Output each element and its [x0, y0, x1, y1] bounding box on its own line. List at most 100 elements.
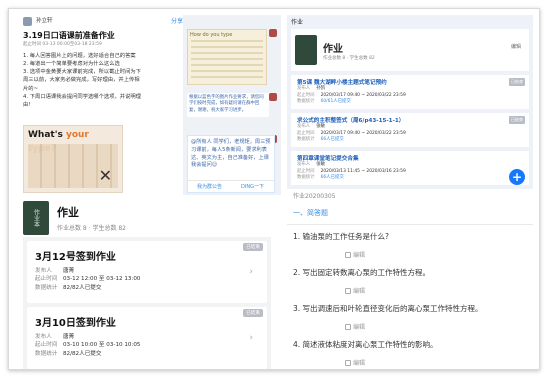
book-cover-icon: 作业本 [23, 201, 49, 235]
edit-answer-button[interactable]: 编辑 [345, 286, 527, 295]
edit-answer-button[interactable]: 编辑 [345, 250, 527, 259]
pencil-icon [345, 251, 351, 258]
field-label: 发布人 [297, 86, 311, 91]
field-label: 起止时间 [35, 342, 58, 349]
question-item: 4. 简述液体粘度对离心泵工作特性的影响。 编辑 [287, 339, 533, 367]
publisher-value: 张敏 [316, 162, 325, 167]
period-value: 2020/03/17 09:40 ~ 2020/03/22 23:59 [320, 92, 406, 98]
item-title: 求公式的主积整签式（周6/p43-15-1-1） [297, 118, 405, 124]
status-badge: 已结束 [509, 116, 525, 124]
book-cover-icon [295, 35, 317, 65]
chat-text-bubble[interactable]: 根据以蓝色字的图片作业要求，请您同学们按时完成，如有疑问请在群中回复，谢谢，祝大… [187, 93, 269, 117]
period-value: 03-12 12:00 至 03-12 13:00 [63, 276, 141, 283]
publisher-row: 发布人 孙凯 [297, 86, 523, 93]
field-label: 数据统计 [297, 99, 315, 105]
period-value: 03-10 10:00 至 03-10 10:05 [63, 342, 141, 349]
screen-title: 作业 [291, 19, 304, 26]
status-badge: 已结束 [243, 309, 263, 317]
edit-label: 编辑 [353, 252, 366, 259]
book-title: 作业 [323, 43, 343, 55]
stats-row: 数据统计 66人已提交 [297, 137, 523, 144]
status-badge: 已结束 [509, 78, 525, 86]
field-label: 数据统计 [35, 284, 58, 291]
stats-value: 66人已提交 [320, 137, 344, 143]
field-label: 发布人 [35, 334, 52, 340]
field-label: 发布人 [297, 124, 311, 129]
screenshot-collage: 孙立轩 分享 3.19日口语课前准备作业 起止时间 03-13 00:00至03… [8, 8, 540, 370]
instruction-line: 周三以前，大家务必做完成，写好理由，并上传相 [23, 77, 140, 84]
share-button[interactable]: 分享 [171, 17, 183, 26]
item-title: 第5课 魏大湖畔小楼主题式笔记预约 [297, 80, 387, 86]
instruction-line: 3. 选项中金黄要大家课前完成，所以截止时间为下 [23, 69, 141, 76]
poster-image[interactable]: What's your type? ✕ [23, 125, 123, 193]
question-item: 2. 写出固定转数离心泵的工作特性方程。 编辑 [287, 267, 533, 295]
instruction-line: 4. 下周口语课我会提问同学选哪个选项，并说明理 [23, 93, 141, 100]
homework-title: 3.19日口语课前准备作业 [23, 31, 115, 40]
chevron-right-icon: › [249, 333, 253, 343]
edit-label: 编辑 [353, 360, 366, 367]
homework-detail-phone: 孙立轩 分享 3.19日口语课前准备作业 起止时间 03-13 00:00至03… [23, 15, 183, 205]
homework-book-header[interactable]: 作业本 作业 作业总数 8 · 学生总数 82 [23, 199, 263, 237]
stats-value: 82/82人已提交 [63, 284, 102, 291]
list-item[interactable]: 已结束 3月10日签到作业 发布人 唐菁 起止时间 03-10 10:00 至 03… [27, 307, 267, 369]
publisher-row: 发布人 张敏 [297, 124, 523, 131]
list-item[interactable]: 第四章课堂笔记提交合集 发布人 张敏 起止时间 2020/03/13 11:45 ~… [291, 151, 529, 185]
question-item: 1. 输油泵的工作任务是什么? 编辑 [287, 231, 533, 259]
book-stats: 作业总数 8 · 学生总数 82 [323, 55, 375, 61]
add-homework-button[interactable]: + [509, 169, 525, 185]
field-label: 数据统计 [35, 350, 58, 357]
sign-in-list: 已结束 3月12号签到作业 发布人 唐菁 起止时间 03-12 12:00 至 03… [23, 237, 271, 369]
chat-image-bubble[interactable]: How do you type [187, 29, 267, 85]
list-item[interactable]: 已结束 3月12号签到作业 发布人 唐菁 起止时间 03-12 12:00 至 03… [27, 241, 267, 303]
stats-row: 数据统计 60/61人已提交 [297, 99, 523, 106]
homework-list-phone: 作业 作业 作业总数 8 · 学生总数 82 编辑 已结束 第5课 魏大湖畔小楼… [287, 15, 533, 189]
book-title: 作业 [57, 206, 79, 219]
plus-icon: + [511, 170, 523, 184]
question-text: 2. 写出固定转数离心泵的工作特性方程。 [293, 268, 431, 277]
item-title: 3月12号签到作业 [35, 252, 116, 263]
question-text: 4. 简述液体粘度对离心泵工作特性的影响。 [293, 340, 438, 349]
sheet-date: 作业20200305 [293, 193, 336, 200]
item-title: 第四章课堂笔记提交合集 [297, 156, 359, 162]
instruction-line: 片的~ [23, 85, 39, 92]
edit-label: 编辑 [353, 288, 366, 295]
period-row: 起止时间 03-10 10:00 至 03-10 10:05 [35, 341, 259, 349]
stats-row: 数据统计 66人已提交 [297, 175, 523, 182]
period-value: 2020/03/17 09:40 ~ 2020/03/22 23:59 [320, 130, 406, 136]
poster-title-pre: What's [28, 130, 66, 140]
publisher-row: 发布人 唐菁 [35, 333, 259, 341]
question-item: 3. 写出调速后和叶轮直径变化后的离心泵工作特性方程。 编辑 [287, 303, 533, 331]
field-label: 发布人 [35, 268, 52, 274]
instruction-line: 由! [23, 101, 31, 108]
instruction-line: 2. 每道出一个简单要考虑对为什么这么选 [23, 60, 120, 67]
publisher-value: 孙凯 [316, 86, 325, 91]
cross-icon: ✕ [98, 166, 112, 185]
stats-value: 60/61人已提交 [320, 99, 351, 105]
homework-period: 起止时间 03-13 00:00至03-18 23:59 [23, 42, 102, 47]
set-announcement-button[interactable]: 我为群公告 [188, 181, 231, 192]
field-label: 数据统计 [297, 175, 315, 181]
pencil-icon [345, 323, 351, 330]
period-value: 2020/03/13 11:45 ~ 2020/03/16 23:59 [320, 168, 406, 174]
avatar [23, 16, 32, 26]
stats-value: 66人已提交 [320, 175, 344, 181]
announcement-card[interactable]: @所有人 同学们，老规矩，周三预习课前，每人5条新闻，要求利表达、英文为主，自己… [187, 135, 275, 193]
list-item[interactable]: 已结束 求公式的主积整签式（周6/p43-15-1-1） 发布人 张敏 起止时间 2… [291, 113, 529, 147]
field-label: 发布人 [297, 162, 311, 167]
avatar [269, 93, 277, 101]
book-info: 作业 作业总数 8 · 学生总数 82 [57, 204, 126, 232]
field-label: 起止时间 [35, 276, 58, 283]
ding-button[interactable]: DING一下 [231, 181, 274, 192]
section-title: 一、简答题 [287, 202, 533, 225]
edit-button[interactable]: 编辑 [511, 43, 521, 50]
publisher-value: 唐菁 [63, 268, 75, 274]
question-text: 1. 输油泵的工作任务是什么? [293, 232, 390, 241]
edit-answer-button[interactable]: 编辑 [345, 322, 527, 331]
book-stats: 作业总数 8 · 学生总数 82 [57, 225, 126, 232]
chat-image-caption: How do you type [190, 32, 233, 38]
edit-answer-button[interactable]: 编辑 [345, 358, 527, 367]
list-item[interactable]: 已结束 第5课 魏大湖畔小楼主题式笔记预约 发布人 孙凯 起止时间 2020/03/… [291, 75, 529, 109]
item-title: 3月10日签到作业 [35, 318, 116, 329]
publisher-row: 发布人 张敏 [297, 162, 523, 169]
field-label: 数据统计 [297, 137, 315, 143]
